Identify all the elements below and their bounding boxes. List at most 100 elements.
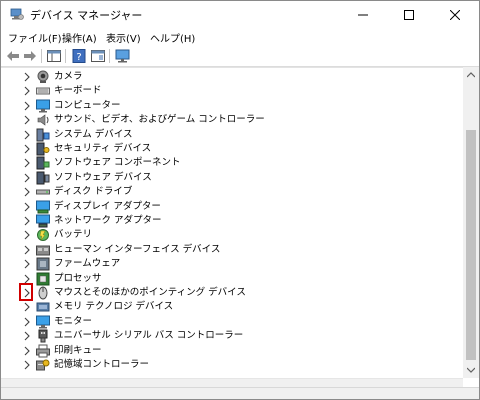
device-category-row[interactable]: 印刷キュー xyxy=(1,344,461,358)
menu-help[interactable]: ヘルプ(H) xyxy=(150,30,195,45)
expand-chevron-icon[interactable] xyxy=(22,346,32,356)
device-category-label: ディスプレイ アダプター xyxy=(54,200,161,212)
software-component-icon xyxy=(36,156,50,170)
device-category-row[interactable]: ディスプレイ アダプター xyxy=(1,200,461,214)
forward-arrow-icon xyxy=(24,51,36,61)
device-category-label: ファームウェア xyxy=(54,258,121,270)
processor-icon xyxy=(36,272,50,286)
minimize-button[interactable] xyxy=(340,1,386,29)
hid-icon xyxy=(36,245,50,256)
device-category-label: 記憶域コントローラー xyxy=(54,359,150,370)
device-category-label: 印刷キュー xyxy=(54,344,102,356)
device-category-label: バッテリ xyxy=(54,229,93,241)
monitor-icon xyxy=(36,315,50,329)
device-category-row[interactable]: ネットワーク アダプター xyxy=(1,214,461,228)
properties-button[interactable] xyxy=(90,48,106,64)
expand-chevron-icon[interactable] xyxy=(22,317,32,327)
expand-chevron-icon[interactable] xyxy=(22,86,32,96)
device-category-row[interactable]: メモリ テクノロジ デバイス xyxy=(1,300,461,314)
window-title: デバイス マネージャー xyxy=(30,9,143,22)
toolbar-separator xyxy=(41,49,42,63)
toolbar: ? xyxy=(1,46,479,67)
device-category-label: ユニバーサル シリアル バス コントローラー xyxy=(54,330,244,342)
storage-controller-icon xyxy=(36,359,50,371)
vertical-scrollbar[interactable] xyxy=(463,67,479,378)
device-category-label: マウスとそのほかのポインティング デバイス xyxy=(54,287,246,298)
device-category-row[interactable]: ファームウェア xyxy=(1,257,461,271)
expand-chevron-icon[interactable] xyxy=(22,144,32,154)
device-category-row[interactable]: 記憶域コントローラー xyxy=(1,358,461,372)
scan-hardware-button[interactable] xyxy=(115,48,131,64)
show-hide-console-tree-button[interactable] xyxy=(46,48,62,64)
device-category-row[interactable]: ディスク ドライブ xyxy=(1,185,461,199)
help-button[interactable]: ? xyxy=(71,48,87,64)
expand-chevron-icon[interactable] xyxy=(22,245,32,255)
device-category-row[interactable]: システム デバイス xyxy=(1,128,461,142)
close-icon xyxy=(450,10,460,20)
device-category-row[interactable]: サウンド、ビデオ、およびゲーム コントローラー xyxy=(1,113,461,127)
device-category-label: ソフトウェア コンポーネント xyxy=(54,157,181,169)
expand-chevron-icon[interactable] xyxy=(22,173,32,183)
svg-text:?: ? xyxy=(76,52,81,63)
scroll-up-arrow-icon[interactable] xyxy=(467,71,475,79)
expand-chevron-icon[interactable] xyxy=(22,101,32,111)
device-category-label: ヒューマン インターフェイス デバイス xyxy=(54,243,221,255)
menu-file[interactable]: ファイル(F) xyxy=(8,30,62,45)
expand-chevron-icon[interactable] xyxy=(22,216,32,226)
help-icon: ? xyxy=(72,49,86,63)
maximize-button[interactable] xyxy=(386,1,432,29)
mouse-icon xyxy=(38,286,48,300)
scroll-down-arrow-icon[interactable] xyxy=(467,366,475,374)
device-manager-window: デバイス マネージャー ファイル(F) 操作(A) 表示(V) ヘルプ(H) ? xyxy=(0,0,480,400)
expand-chevron-icon[interactable] xyxy=(22,72,32,82)
device-category-row[interactable]: コンピューター xyxy=(1,99,461,113)
device-category-row[interactable]: ヒューマン インターフェイス デバイス xyxy=(1,243,461,257)
menu-view[interactable]: 表示(V) xyxy=(106,30,141,45)
status-bar xyxy=(1,387,479,399)
expand-chevron-icon[interactable] xyxy=(22,302,32,312)
expand-chevron-icon[interactable] xyxy=(22,202,32,212)
expand-chevron-icon[interactable] xyxy=(22,130,32,140)
forward-button[interactable] xyxy=(22,48,38,64)
menu-action[interactable]: 操作(A) xyxy=(62,30,97,45)
network-adapter-icon xyxy=(36,214,50,228)
device-category-label: セキュリティ デバイス xyxy=(54,143,152,154)
close-button[interactable] xyxy=(432,1,478,29)
device-category-row[interactable]: バッテリ xyxy=(1,228,461,242)
device-category-row[interactable]: マウスとそのほかのポインティング デバイス xyxy=(1,283,461,301)
properties-icon xyxy=(91,50,105,62)
device-category-row[interactable]: キーボード xyxy=(1,84,461,98)
toolbar-separator xyxy=(65,49,66,63)
expand-chevron-icon[interactable] xyxy=(22,187,32,197)
expand-chevron-icon[interactable] xyxy=(22,360,32,370)
firmware-icon xyxy=(36,257,50,271)
device-tree: カメラキーボード コンピューター サウンド、ビデオ、およびゲーム コントローラー シス… xyxy=(1,67,463,378)
expand-chevron-icon[interactable] xyxy=(22,288,32,298)
device-category-row[interactable]: ソフトウェア コンポーネント xyxy=(1,156,461,170)
console-tree-icon xyxy=(47,50,61,62)
device-category-row[interactable]: ユニバーサル シリアル バス コントローラー xyxy=(1,329,461,343)
minimize-icon xyxy=(358,14,368,16)
horizontal-scrollbar[interactable] xyxy=(1,378,463,387)
speaker-icon xyxy=(37,114,49,126)
device-category-label: システム デバイス xyxy=(54,128,133,140)
maximize-icon xyxy=(404,10,414,20)
expand-chevron-icon[interactable] xyxy=(22,259,32,269)
memory-icon xyxy=(36,302,50,312)
scrollbar-thumb[interactable] xyxy=(466,130,476,360)
expand-chevron-icon[interactable] xyxy=(22,331,32,341)
expand-chevron-icon[interactable] xyxy=(22,115,32,125)
device-category-row[interactable]: モニター xyxy=(1,315,461,329)
toolbar-separator xyxy=(109,49,110,63)
menu-bar: ファイル(F) 操作(A) 表示(V) ヘルプ(H) xyxy=(1,29,479,46)
expand-chevron-icon[interactable] xyxy=(22,230,32,240)
back-button[interactable] xyxy=(5,48,21,64)
device-category-row[interactable]: ソフトウェア デバイス xyxy=(1,171,461,185)
device-category-row[interactable]: プロセッサ xyxy=(1,272,461,286)
security-key-icon xyxy=(36,142,50,156)
device-category-row[interactable]: セキュリティ デバイス xyxy=(1,142,461,156)
device-category-label: カメラ xyxy=(54,71,83,82)
device-category-label: ディスク ドライブ xyxy=(54,186,133,198)
device-category-row[interactable]: カメラ xyxy=(1,70,461,84)
expand-chevron-icon[interactable] xyxy=(22,158,32,168)
